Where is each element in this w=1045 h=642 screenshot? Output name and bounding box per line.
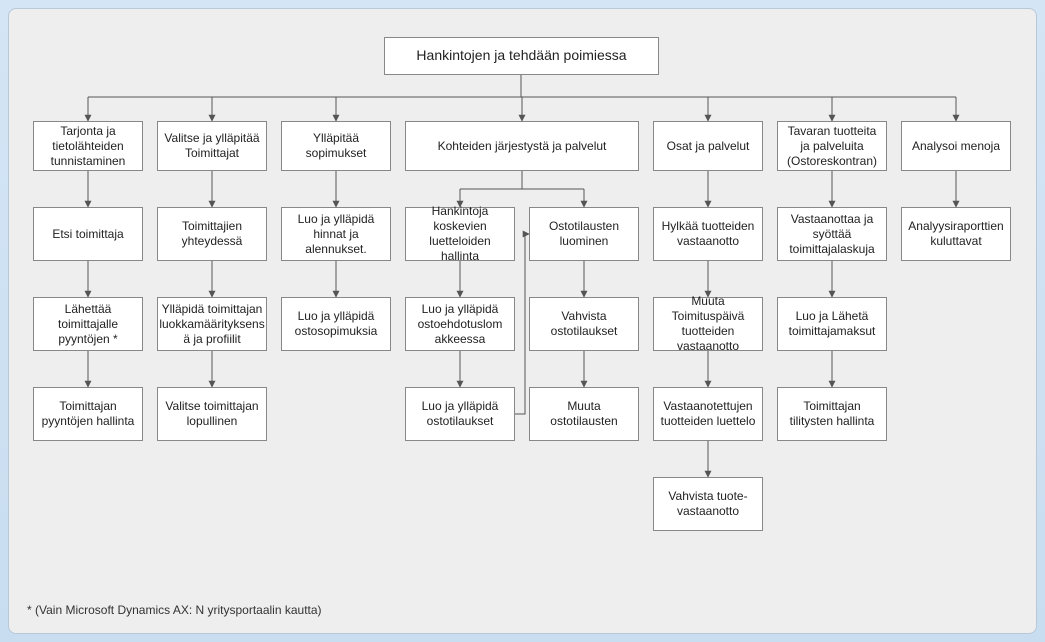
- col5-r4: Vahvista tuote-vastaanotto: [653, 477, 763, 531]
- col3-r2: Luo ja ylläpidä ostosopimuksia: [281, 297, 391, 351]
- col4-a1: Hankintoja koskevien luetteloiden hallin…: [405, 207, 515, 261]
- col1-header: Tarjonta ja tietolähteiden tunnistaminen: [33, 121, 143, 171]
- col4-b2: Vahvista ostotilaukset: [529, 297, 639, 351]
- col5-header: Osat ja palvelut: [653, 121, 763, 171]
- col2-header: Valitse ja ylläpitää Toimittajat: [157, 121, 267, 171]
- col4-b3: Muuta ostotilausten: [529, 387, 639, 441]
- col2-r2: Ylläpidä toimittajan luokkamäärityksens …: [157, 297, 267, 351]
- col2-r3: Valitse toimittajan lopullinen: [157, 387, 267, 441]
- diagram-panel: Hankintojen ja tehdään poimiessa Tarjont…: [8, 8, 1037, 634]
- col5-r3: Vastaanotettujen tuotteiden luettelo: [653, 387, 763, 441]
- col6-r2: Luo ja Lähetä toimittajamaksut: [777, 297, 887, 351]
- col6-header: Tavaran tuotteita ja palveluita (Ostores…: [777, 121, 887, 171]
- col3-header: Ylläpitää sopimukset: [281, 121, 391, 171]
- title-node: Hankintojen ja tehdään poimiessa: [384, 37, 659, 75]
- col1-r3: Toimittajan pyyntöjen hallinta: [33, 387, 143, 441]
- col6-r1: Vastaanottaa ja syöttää toimittajalaskuj…: [777, 207, 887, 261]
- col5-r2: Muuta Toimituspäivä tuotteiden vastaanot…: [653, 297, 763, 351]
- col4-b1: Ostotilausten luominen: [529, 207, 639, 261]
- col4-a3: Luo ja ylläpidä ostotilaukset: [405, 387, 515, 441]
- col7-header: Analysoi menoja: [901, 121, 1011, 171]
- col6-r3: Toimittajan tilitysten hallinta: [777, 387, 887, 441]
- col3-r1: Luo ja ylläpidä hinnat ja alennukset.: [281, 207, 391, 261]
- col1-r2: Lähettää toimittajalle pyyntöjen *: [33, 297, 143, 351]
- col4-a2: Luo ja ylläpidä ostoehdotuslom akkeessa: [405, 297, 515, 351]
- col5-r1: Hylkää tuotteiden vastaanotto: [653, 207, 763, 261]
- col1-r1: Etsi toimittaja: [33, 207, 143, 261]
- col2-r1: Toimittajien yhteydessä: [157, 207, 267, 261]
- footnote: * (Vain Microsoft Dynamics AX: N yritysp…: [27, 603, 322, 617]
- col4-header: Kohteiden järjestystä ja palvelut: [405, 121, 639, 171]
- col7-r1: Analyysiraporttien kuluttavat: [901, 207, 1011, 261]
